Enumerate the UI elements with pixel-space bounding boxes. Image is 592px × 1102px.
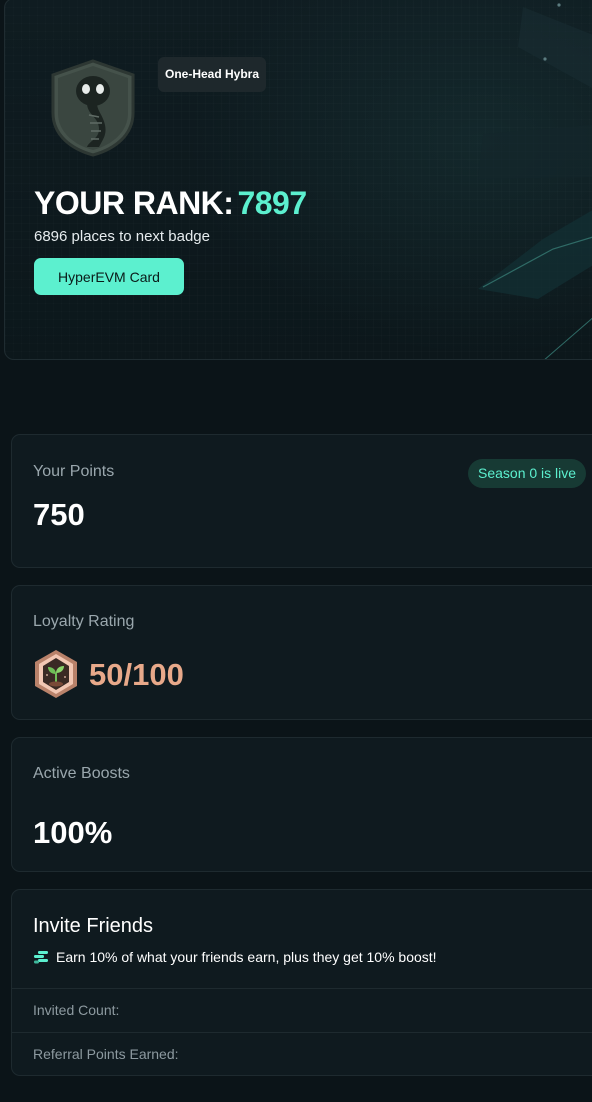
rank-label: YOUR RANK: (34, 185, 234, 221)
boosts-card: Active Boosts 100% (11, 737, 592, 872)
boosts-label: Active Boosts (33, 765, 130, 782)
sprout-hexagon-icon (35, 650, 77, 698)
coins-stack-icon (34, 950, 48, 964)
rank-line: YOUR RANK: 7897 (34, 185, 307, 222)
season-status-badge: Season 0 is live (468, 459, 587, 488)
rank-card: One-Head Hybra YOUR RANK: 7897 6896 place… (4, 0, 592, 360)
hero-decoration (478, 3, 592, 359)
loyalty-card: Loyalty Rating 50/100 (11, 585, 592, 720)
rewards-page: One-Head Hybra YOUR RANK: 7897 6896 place… (0, 0, 592, 1102)
loyalty-label: Loyalty Rating (33, 613, 135, 630)
places-to-next-badge: 6896 places to next badge (34, 228, 210, 245)
boosts-value: 100% (33, 815, 113, 850)
invited-count-row: Invited Count: (12, 988, 592, 1032)
badge-name-pill: One-Head Hybra (158, 57, 267, 92)
cobra-shield-icon (51, 59, 135, 157)
invited-count-label: Invited Count: (33, 1002, 120, 1018)
invite-title: Invite Friends (33, 915, 154, 937)
referral-points-row: Referral Points Earned: (12, 1032, 592, 1075)
loyalty-value: 50/100 (89, 657, 184, 692)
rank-value: 7897 (237, 185, 307, 221)
hyperevm-card-button[interactable]: HyperEVM Card (34, 258, 184, 295)
invite-description-row: Earn 10% of what your friends earn, plus… (33, 948, 437, 968)
points-value: 750 (33, 497, 85, 532)
invite-description: Earn 10% of what your friends earn, plus… (56, 948, 437, 965)
invite-friends-card: Invite Friends Earn 10% of what your fri… (11, 889, 592, 1076)
referral-points-label: Referral Points Earned: (33, 1046, 179, 1062)
points-label: Your Points (33, 463, 115, 480)
points-card: Your Points 750 Season 0 is live (11, 434, 592, 568)
